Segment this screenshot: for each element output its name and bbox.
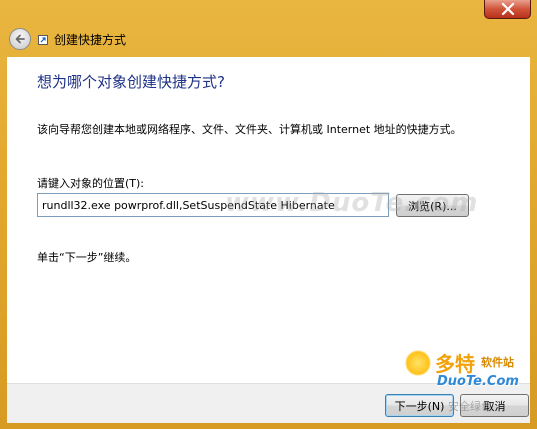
watermark-text: www.DuoTe.com	[225, 188, 479, 218]
close-icon	[501, 3, 514, 15]
wizard-header: 创建快捷方式	[7, 22, 530, 56]
dialog-window: 创建快捷方式 想为哪个对象创建快捷方式? 该向导帮您创建本地或网络程序、文件、文…	[0, 0, 537, 429]
logo-english-text: DuoTe.Com	[437, 374, 519, 389]
back-button[interactable]	[9, 28, 31, 50]
back-arrow-icon	[15, 34, 25, 44]
location-label: 请键入对象的位置(T):	[37, 177, 145, 190]
wizard-content: 想为哪个对象创建快捷方式? 该向导帮您创建本地或网络程序、文件、文件夹、计算机或…	[7, 57, 530, 383]
close-button[interactable]	[484, 0, 531, 19]
logo-chinese-text: 多特	[435, 352, 475, 376]
page-question: 想为哪个对象创建快捷方式?	[37, 73, 225, 91]
page-description: 该向导帮您创建本地或网络程序、文件、文件夹、计算机或 Internet 地址的快…	[37, 123, 462, 136]
continue-instruction: 单击“下一步”继续。	[37, 251, 137, 264]
next-button[interactable]: 下一步(N)	[385, 394, 454, 417]
sun-icon	[405, 350, 431, 376]
watermark-logo: 多特 软件站 DuoTe.Com	[405, 348, 530, 396]
watermark-sub-text: 安全绿色	[448, 400, 492, 413]
wizard-title: 创建快捷方式	[54, 32, 127, 47]
shortcut-icon	[38, 35, 48, 45]
logo-chinese-small-text: 软件站	[481, 356, 514, 369]
